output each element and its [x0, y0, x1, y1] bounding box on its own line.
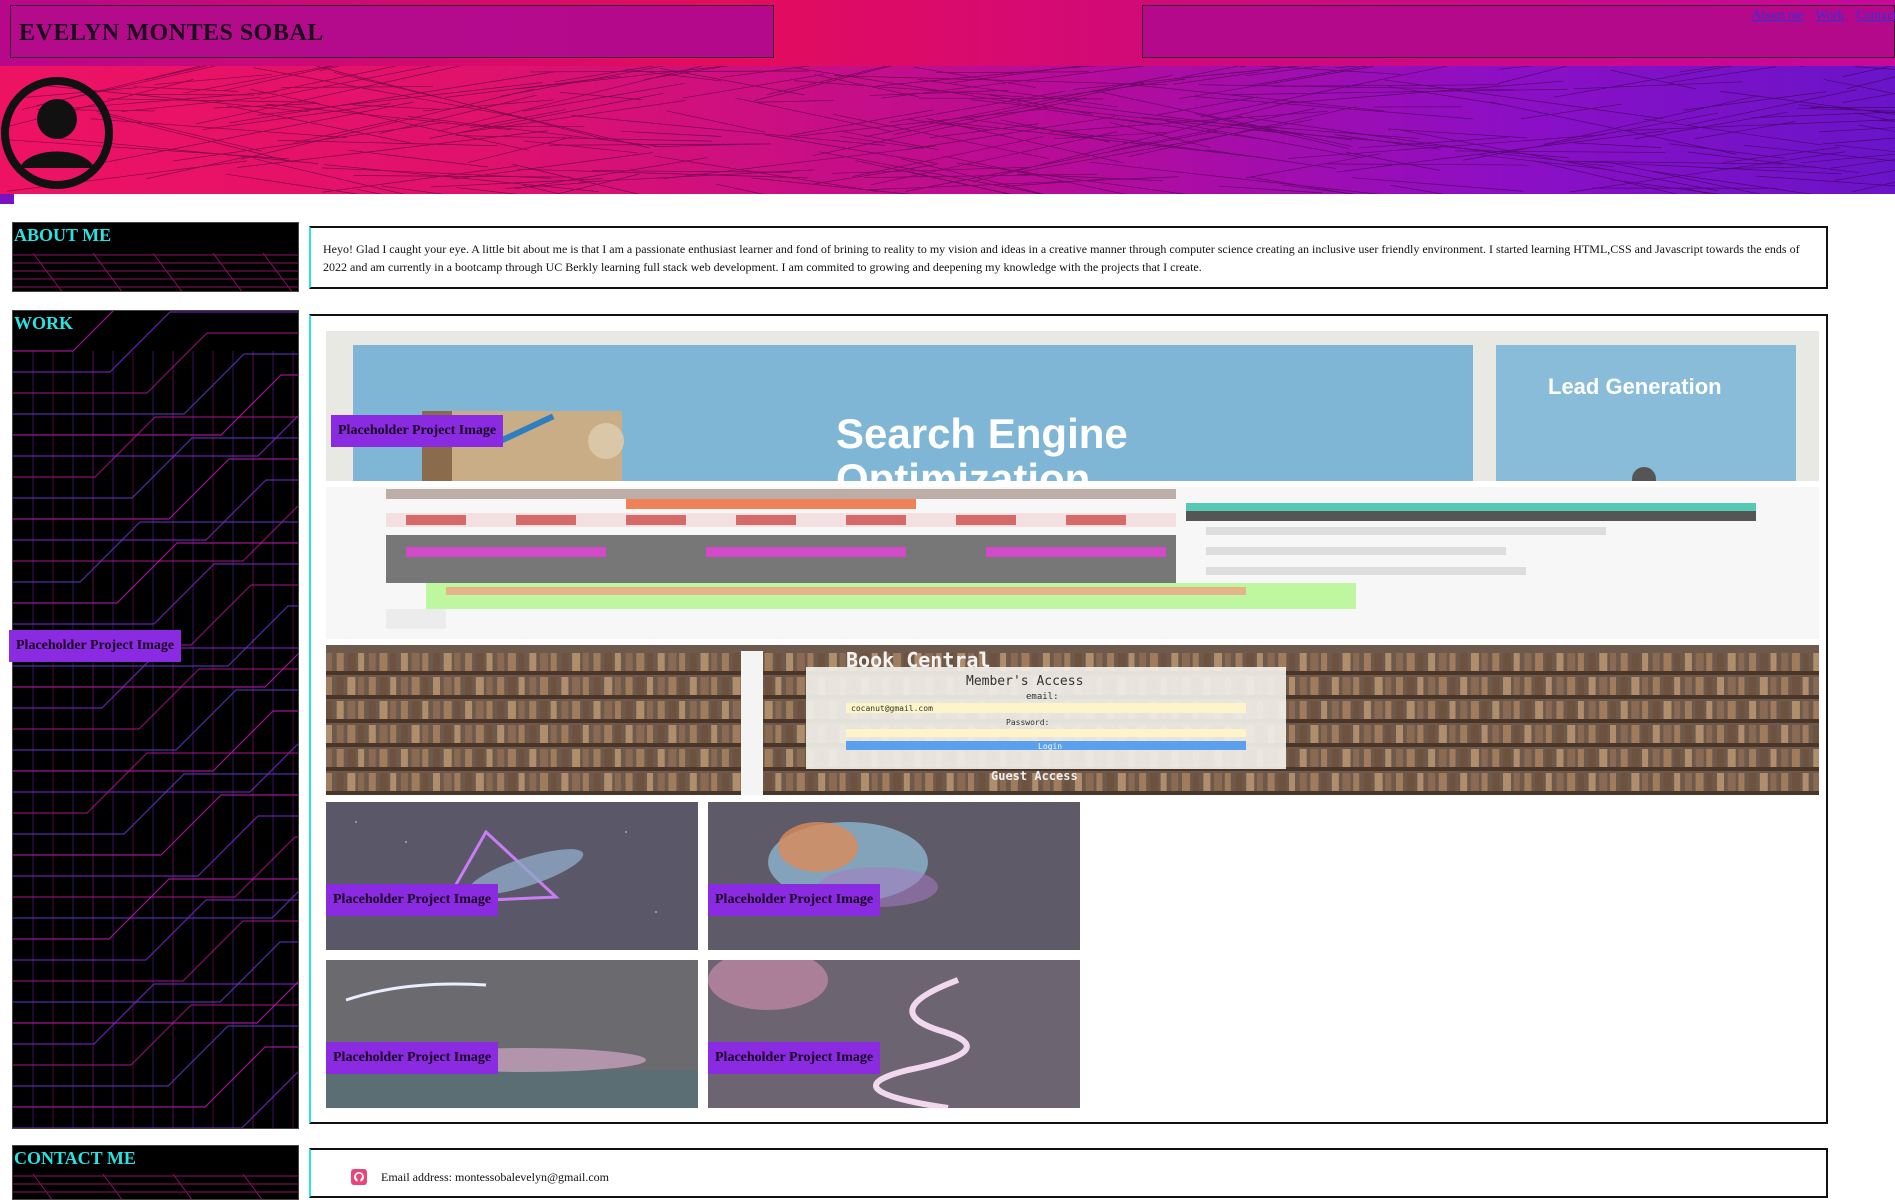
nebula-art [708, 802, 1080, 950]
contact-box: Email address: montessobalevelyn@gmail.c… [309, 1148, 1828, 1198]
books-password-label: Password: [1006, 718, 1049, 727]
books-guest: Guest Access [991, 769, 1078, 783]
books-subtitle: Member's Access [966, 674, 1083, 689]
avatar-icon [1, 77, 113, 189]
project-card-fitness[interactable] [326, 487, 1819, 639]
books-screenshot: Book Central Member's Access email: coca… [326, 648, 1819, 795]
project-card-books[interactable]: Book Central Member's Access email: coca… [326, 645, 1819, 795]
nav-link-contact[interactable]: Contact [1856, 7, 1895, 22]
books-login: Login [1038, 742, 1062, 751]
contact-heading: CONTACT ME [14, 1148, 136, 1168]
project-card-triangle[interactable]: Placeholder Project Image [326, 802, 698, 950]
placeholder-project-tag[interactable]: Placeholder Project Image [9, 630, 182, 662]
placeholder-project-tag[interactable]: Placeholder Project Image [708, 884, 881, 916]
work-heading: WORK [14, 313, 74, 333]
seo-screenshot: Search Engine Optimization Lead Generati… [353, 345, 1796, 481]
seo-title-2: Optimization [836, 455, 1090, 481]
seo-side-title: Lead Generation [1548, 374, 1722, 399]
site-title: EVELYN MONTES SOBAL [19, 20, 324, 46]
contact-row: Email address: montessobalevelyn@gmail.c… [351, 1169, 609, 1185]
project-card-nebula[interactable]: Placeholder Project Image [708, 802, 1080, 950]
about-box: Heyo! Glad I caught your eye. A little b… [309, 226, 1828, 289]
moon-beach-art [326, 960, 698, 1108]
name-box: EVELYN MONTES SOBAL [10, 5, 774, 58]
placeholder-project-tag[interactable]: Placeholder Project Image [326, 1042, 499, 1074]
hero-edge [0, 194, 14, 204]
placeholder-project-tag[interactable]: Placeholder Project Image [326, 884, 499, 916]
github-icon[interactable] [351, 1169, 367, 1185]
contact-label-box: CONTACT ME [12, 1145, 299, 1200]
fitness-screenshot [386, 489, 1756, 629]
blossom-river-art [708, 960, 1080, 1108]
triangle-art [326, 802, 698, 950]
site-header: EVELYN MONTES SOBAL About me Work Contact [0, 0, 1895, 66]
hero-texture [0, 66, 1895, 194]
nav-link-work[interactable]: Work [1816, 7, 1845, 22]
project-card-blossom-river[interactable]: Placeholder Project Image [708, 960, 1080, 1108]
circuit-pattern [13, 311, 298, 1128]
seo-title: Search Engine [836, 410, 1128, 457]
about-heading: ABOUT ME [14, 225, 112, 245]
placeholder-project-tag[interactable]: Placeholder Project Image [331, 415, 504, 447]
placeholder-project-tag[interactable]: Placeholder Project Image [708, 1042, 881, 1074]
about-label-box: ABOUT ME [12, 222, 299, 292]
nav-links: About me Work Contact [1752, 7, 1895, 23]
project-card-seo[interactable]: Search Engine Optimization Lead Generati… [326, 331, 1819, 481]
hero-banner [0, 66, 1895, 194]
work-box: Search Engine Optimization Lead Generati… [309, 314, 1828, 1124]
books-email-label: email: [1026, 692, 1059, 702]
nav-link-about[interactable]: About me [1752, 7, 1804, 22]
work-label-box: WORK [12, 310, 299, 1129]
contact-email: Email address: montessobalevelyn@gmail.c… [381, 1169, 609, 1184]
books-email-value: cocanut@gmail.com [851, 704, 933, 713]
project-card-moon-beach[interactable]: Placeholder Project Image [326, 960, 698, 1108]
about-text: Heyo! Glad I caught your eye. A little b… [323, 242, 1800, 274]
